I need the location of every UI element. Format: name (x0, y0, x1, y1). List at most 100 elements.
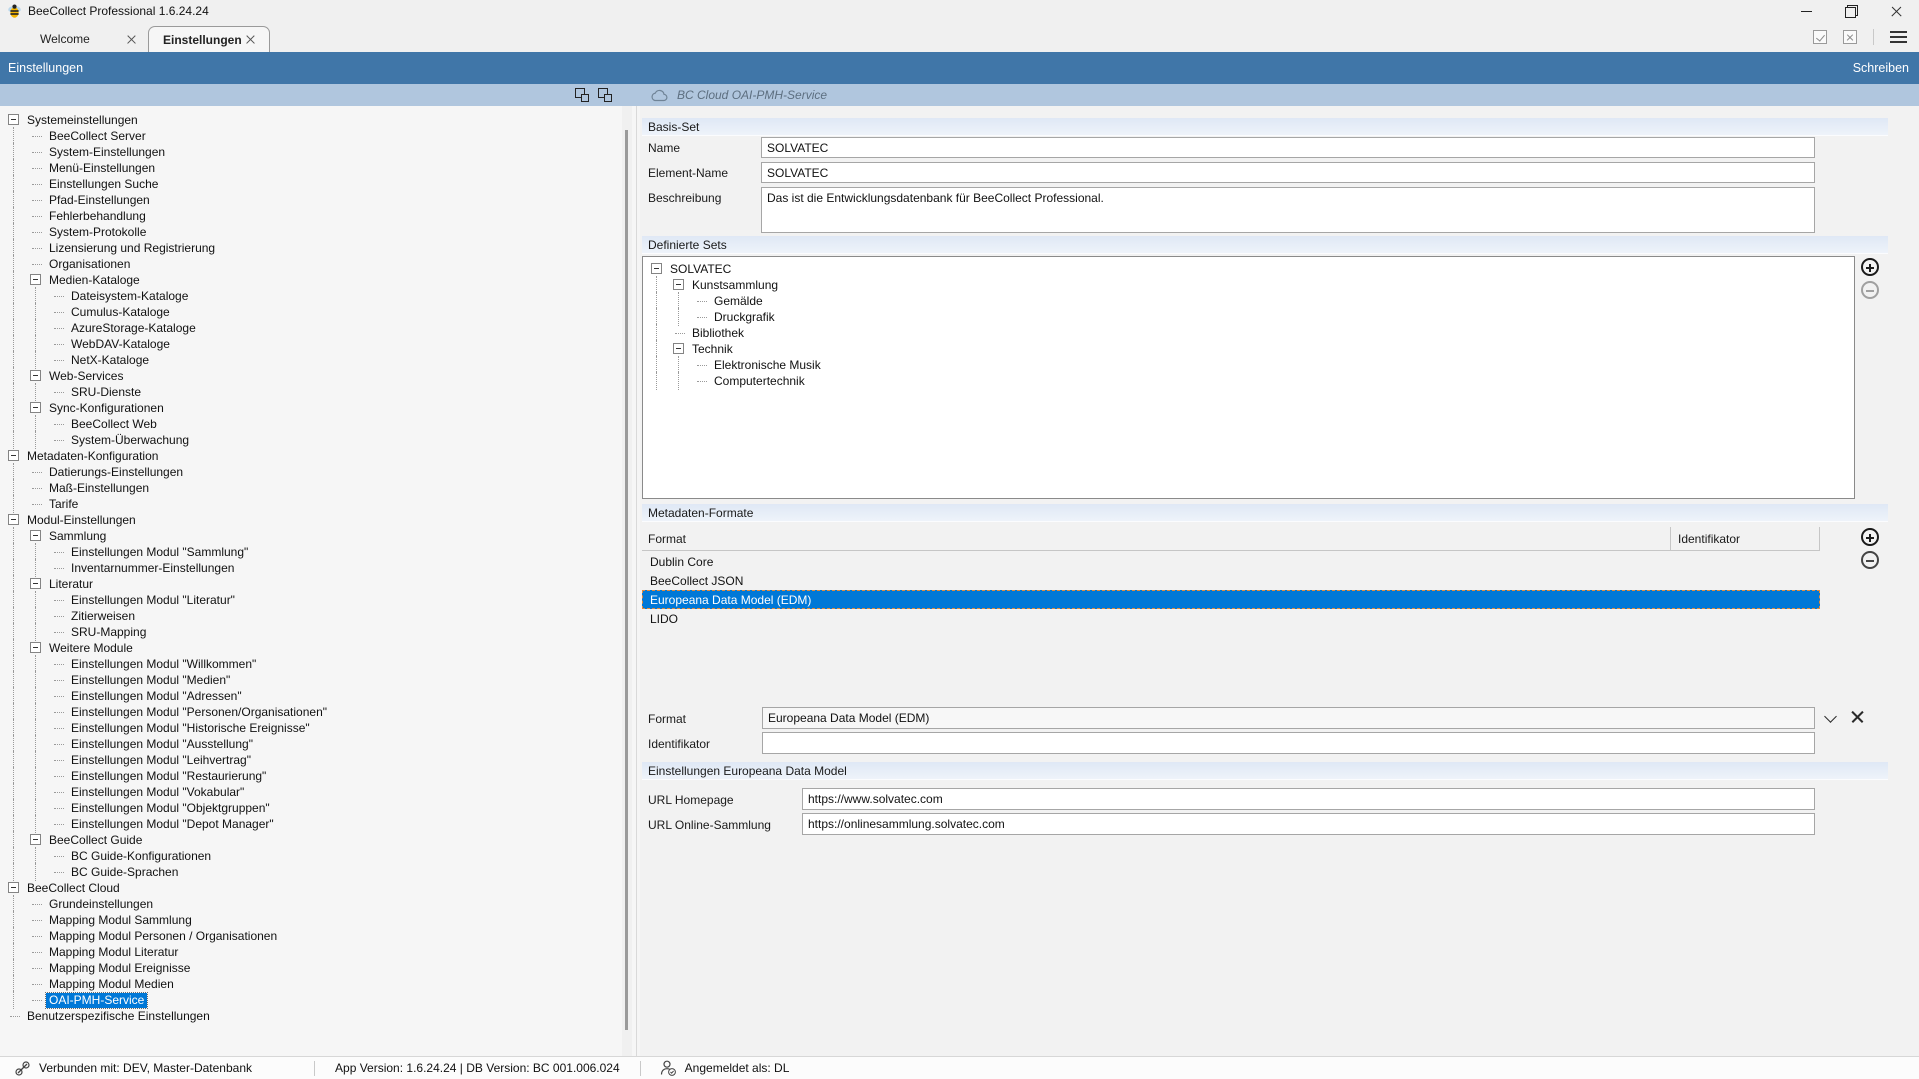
settings-tree-item[interactable]: Einstellungen Modul "Literatur" (0, 592, 636, 608)
tab-welcome[interactable]: Welcome (20, 26, 150, 52)
settings-tree-item[interactable]: Organisationen (0, 256, 636, 272)
collapse-box-icon[interactable] (8, 448, 23, 464)
settings-tree-item[interactable]: System-Einstellungen (0, 144, 636, 160)
url-homepage-input[interactable] (802, 788, 1815, 810)
defined-set-item[interactable]: Elektronische Musik (643, 357, 1854, 373)
defined-set-item[interactable]: Kunstsammlung (643, 277, 1854, 293)
settings-tree-item[interactable]: Einstellungen Modul "Historische Ereigni… (0, 720, 636, 736)
settings-tree-item[interactable]: Grundeinstellungen (0, 896, 636, 912)
settings-tree-item[interactable]: Weitere Module (0, 640, 636, 656)
settings-tree-item[interactable]: Inventarnummer-Einstellungen (0, 560, 636, 576)
settings-tree-item[interactable]: Mapping Modul Medien (0, 976, 636, 992)
settings-tree-item[interactable]: Web-Services (0, 368, 636, 384)
settings-tree-item[interactable]: Metadaten-Konfiguration (0, 448, 636, 464)
chevron-down-icon[interactable] (1824, 710, 1837, 723)
settings-tree-item[interactable]: BeeCollect Web (0, 416, 636, 432)
collapse-box-icon[interactable] (673, 277, 688, 293)
settings-tree-item[interactable]: Einstellungen Modul "Depot Manager" (0, 816, 636, 832)
settings-tree-item[interactable]: Pfad-Einstellungen (0, 192, 636, 208)
beschreibung-textarea[interactable]: Das ist die Entwicklungsdatenbank für Be… (761, 187, 1815, 233)
settings-tree-item[interactable]: BC Guide-Sprachen (0, 864, 636, 880)
settings-tree-item[interactable]: Lizensierung und Registrierung (0, 240, 636, 256)
settings-tree-item[interactable]: OAI-PMH-Service (0, 992, 636, 1008)
maximize-button[interactable] (1829, 0, 1874, 22)
tree-scrollbar[interactable] (622, 106, 632, 1056)
settings-tree-item[interactable]: Mapping Modul Sammlung (0, 912, 636, 928)
settings-tree-item[interactable]: Datierungs-Einstellungen (0, 464, 636, 480)
settings-tree-item[interactable]: Mapping Modul Ereignisse (0, 960, 636, 976)
url-online-sammlung-input[interactable] (802, 813, 1815, 835)
tree-scrollbar-thumb[interactable] (625, 130, 628, 1030)
settings-tree-item[interactable]: BC Guide-Konfigurationen (0, 848, 636, 864)
remove-set-button[interactable] (1861, 281, 1879, 299)
collapse-box-icon[interactable] (8, 512, 23, 528)
add-set-button[interactable] (1861, 258, 1879, 276)
settings-tree-item[interactable]: Einstellungen Modul "Willkommen" (0, 656, 636, 672)
settings-tree-item[interactable]: Zitierweisen (0, 608, 636, 624)
minimize-button[interactable] (1784, 0, 1829, 22)
settings-tree-item[interactable]: Einstellungen Suche (0, 176, 636, 192)
settings-tree-item[interactable]: System-Überwachung (0, 432, 636, 448)
name-input[interactable] (761, 137, 1815, 158)
settings-tree-item[interactable]: WebDAV-Kataloge (0, 336, 636, 352)
settings-tree-item[interactable]: NetX-Kataloge (0, 352, 636, 368)
settings-tree-item[interactable]: Einstellungen Modul "Leihvertrag" (0, 752, 636, 768)
settings-tree-item[interactable]: Medien-Kataloge (0, 272, 636, 288)
settings-tree-item[interactable]: Literatur (0, 576, 636, 592)
settings-tree-item[interactable]: Einstellungen Modul "Sammlung" (0, 544, 636, 560)
collapse-box-icon[interactable] (8, 112, 23, 128)
settings-tree-item[interactable]: Modul-Einstellungen (0, 512, 636, 528)
settings-tree-item[interactable]: System-Protokolle (0, 224, 636, 240)
settings-tree-item[interactable]: Benutzerspezifische Einstellungen (0, 1008, 636, 1024)
schreiben-action[interactable]: Schreiben (1853, 61, 1909, 75)
collapse-box-icon[interactable] (30, 832, 45, 848)
format-row[interactable]: Europeana Data Model (EDM) (642, 590, 1820, 609)
defined-set-item[interactable]: SOLVATEC (643, 261, 1854, 277)
settings-tree-item[interactable]: BeeCollect Cloud (0, 880, 636, 896)
close-button[interactable] (1874, 0, 1919, 22)
settings-tree-item[interactable]: Systemeinstellungen (0, 112, 636, 128)
collapse-box-icon[interactable] (30, 272, 45, 288)
format-dropdown[interactable]: Europeana Data Model (EDM) (762, 707, 1815, 729)
remove-format-button[interactable] (1861, 551, 1879, 569)
defined-set-item[interactable]: Gemälde (643, 293, 1854, 309)
settings-tree-item[interactable]: Mapping Modul Literatur (0, 944, 636, 960)
settings-tree-item[interactable]: Tarife (0, 496, 636, 512)
defined-set-item[interactable]: Computertechnik (643, 373, 1854, 389)
defined-set-item[interactable]: Druckgrafik (643, 309, 1854, 325)
collapse-box-icon[interactable] (30, 576, 45, 592)
identifikator-input[interactable] (762, 732, 1815, 754)
defined-set-item[interactable]: Technik (643, 341, 1854, 357)
format-row[interactable]: BeeCollect JSON (642, 571, 1820, 590)
settings-tree-item[interactable]: Maß-Einstellungen (0, 480, 636, 496)
format-row[interactable]: Dublin Core (642, 552, 1820, 571)
settings-tree-item[interactable]: Sammlung (0, 528, 636, 544)
defined-set-item[interactable]: Bibliothek (643, 325, 1854, 341)
settings-tree-item[interactable]: Mapping Modul Personen / Organisationen (0, 928, 636, 944)
settings-tree-item[interactable]: Fehlerbehandlung (0, 208, 636, 224)
expand-all-icon[interactable] (598, 88, 612, 102)
collapse-box-icon[interactable] (8, 880, 23, 896)
settings-tree-item[interactable]: Einstellungen Modul "Ausstellung" (0, 736, 636, 752)
settings-tree-item[interactable]: Cumulus-Kataloge (0, 304, 636, 320)
settings-tree-item[interactable]: Einstellungen Modul "Restaurierung" (0, 768, 636, 784)
checkbox-cross-icon[interactable] (1843, 30, 1857, 44)
settings-tree-item[interactable]: Einstellungen Modul "Personen/Organisati… (0, 704, 636, 720)
settings-tree-item[interactable]: Einstellungen Modul "Objektgruppen" (0, 800, 636, 816)
settings-tree-item[interactable]: SRU-Dienste (0, 384, 636, 400)
tab-einstellungen-close-icon[interactable] (246, 35, 255, 44)
collapse-box-icon[interactable] (651, 261, 666, 277)
collapse-box-icon[interactable] (30, 528, 45, 544)
add-format-button[interactable] (1861, 528, 1879, 546)
format-row[interactable]: LIDO (642, 609, 1820, 628)
collapse-box-icon[interactable] (673, 341, 688, 357)
tab-welcome-close-icon[interactable] (127, 35, 136, 44)
settings-tree-item[interactable]: AzureStorage-Kataloge (0, 320, 636, 336)
settings-tree-item[interactable]: Dateisystem-Kataloge (0, 288, 636, 304)
settings-tree-item[interactable]: BeeCollect Guide (0, 832, 636, 848)
settings-tree-item[interactable]: Einstellungen Modul "Vokabular" (0, 784, 636, 800)
collapse-all-icon[interactable] (575, 88, 589, 102)
collapse-box-icon[interactable] (30, 640, 45, 656)
settings-tree-item[interactable]: SRU-Mapping (0, 624, 636, 640)
settings-tree-item[interactable]: Einstellungen Modul "Adressen" (0, 688, 636, 704)
